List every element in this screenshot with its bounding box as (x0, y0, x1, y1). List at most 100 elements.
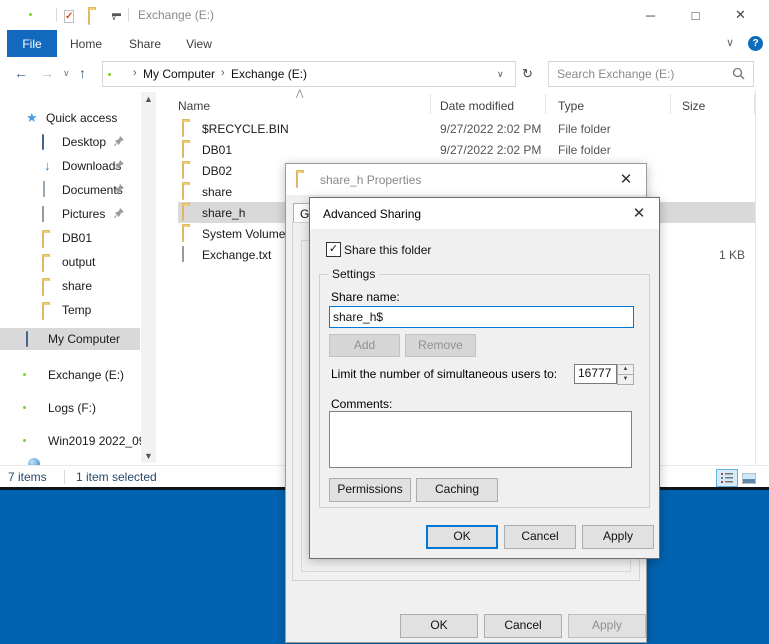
details-view-icon (721, 473, 733, 484)
close-icon[interactable]: ✕ (606, 164, 646, 194)
file-name: DB01 (202, 143, 232, 157)
comments-textarea[interactable] (329, 411, 632, 468)
file-name: DB02 (202, 164, 232, 178)
window-title: Exchange (E:) (138, 8, 214, 22)
chevron-right-icon: › (133, 67, 137, 79)
sidebar-item-quick-access[interactable]: ★ Quick access (0, 108, 140, 129)
breadcrumb[interactable]: › My Computer › Exchange (E:) ∨ (102, 61, 516, 87)
sidebar-item-output[interactable]: output (0, 252, 140, 273)
ok-button[interactable]: OK (426, 525, 498, 549)
sidebar-item-pictures[interactable]: Pictures (0, 204, 140, 225)
sidebar-item-downloads[interactable]: ↓ Downloads (0, 156, 140, 177)
spinner-down-icon[interactable]: ▼ (618, 375, 633, 384)
column-size[interactable]: Size (682, 99, 705, 113)
sidebar-item-documents[interactable]: Documents (0, 180, 140, 201)
remove-button[interactable]: Remove (405, 334, 476, 357)
sidebar-item-label: Logs (F:) (48, 401, 96, 415)
folder-icon (182, 185, 184, 199)
advanced-sharing-dialog: Advanced Sharing ✕ ✓ Share this folder S… (309, 197, 660, 559)
sidebar-item-win2019[interactable]: Win2019 2022_09_ (0, 431, 140, 452)
thumbnail-view-icon (742, 473, 756, 484)
sidebar-item-exchange-e[interactable]: Exchange (E:) (0, 365, 140, 386)
sort-ascending-icon: ⋀ (296, 88, 303, 99)
sidebar-item-db01[interactable]: DB01 (0, 228, 140, 249)
spinner-up-icon[interactable]: ▲ (618, 365, 633, 375)
document-icon (43, 182, 45, 196)
pin-icon (114, 184, 124, 194)
file-date: 9/27/2022 2:02 PM (440, 122, 541, 136)
breadcrumb-my-computer[interactable]: My Computer (143, 67, 215, 81)
properties-qat-icon[interactable]: ✓ (64, 10, 74, 23)
recent-locations-icon[interactable]: ∨ (63, 68, 70, 79)
column-name[interactable]: Name (178, 99, 210, 113)
share-this-folder-checkbox[interactable]: ✓ (326, 242, 341, 257)
close-icon[interactable]: ✕ (619, 198, 659, 228)
monitor-icon (42, 135, 44, 149)
column-type[interactable]: Type (558, 99, 584, 113)
advanced-sharing-title: Advanced Sharing (323, 207, 421, 221)
close-button[interactable]: ✕ (718, 0, 763, 30)
tab-home[interactable]: Home (64, 30, 108, 57)
column-date-modified[interactable]: Date modified (440, 99, 514, 113)
share-name-input[interactable]: share_h$ (329, 306, 634, 328)
back-icon[interactable]: ← (14, 65, 28, 81)
tab-file[interactable]: File (7, 30, 57, 57)
apply-button[interactable]: Apply (568, 614, 646, 638)
file-row[interactable]: DB01 9/27/2022 2:02 PM File folder (160, 139, 756, 160)
help-icon[interactable]: ? (748, 36, 763, 51)
breadcrumb-current[interactable]: Exchange (E:) (231, 67, 307, 81)
ribbon-collapse-icon[interactable]: ∨ (726, 36, 734, 49)
folder-icon (182, 164, 184, 178)
search-input[interactable]: Search Exchange (E:) (548, 61, 754, 87)
chevron-down-icon[interactable]: ∨ (497, 69, 504, 80)
scroll-up-icon[interactable]: ▲ (141, 94, 156, 104)
sidebar-item-my-computer[interactable]: My Computer (0, 328, 140, 350)
forward-icon[interactable]: → (40, 65, 54, 81)
new-folder-qat-icon[interactable] (88, 10, 90, 24)
maximize-button[interactable]: □ (673, 0, 718, 30)
large-icons-view-button[interactable] (738, 469, 760, 487)
properties-dialog-title: share_h Properties (320, 173, 421, 187)
file-row[interactable]: $RECYCLE.BIN 9/27/2022 2:02 PM File fold… (160, 118, 756, 139)
up-icon[interactable]: ↑ (79, 65, 86, 81)
cancel-button[interactable]: Cancel (504, 525, 576, 549)
limit-users-value[interactable]: 16777 (574, 364, 617, 384)
sidebar-item-label: Temp (62, 303, 91, 317)
network-icon (28, 458, 40, 465)
folder-icon (42, 305, 44, 319)
sidebar-item-desktop[interactable]: Desktop (0, 132, 140, 153)
divider (128, 8, 129, 22)
apply-button[interactable]: Apply (582, 525, 654, 549)
permissions-button[interactable]: Permissions (329, 478, 411, 502)
limit-users-spinner[interactable]: 16777 ▲ ▼ (574, 364, 632, 385)
folder-icon (182, 122, 184, 136)
folder-icon (42, 281, 44, 295)
file-name: Exchange.txt (202, 248, 271, 262)
sidebar-item-temp[interactable]: Temp (0, 300, 140, 321)
folder-icon (182, 227, 184, 241)
file-name: share (202, 185, 232, 199)
ribbon-tabs: File Home Share View ∨ ? (0, 30, 769, 58)
comments-label: Comments: (331, 397, 392, 411)
sidebar-scrollbar[interactable]: ▲ ▼ (141, 92, 156, 463)
cancel-button[interactable]: Cancel (484, 614, 562, 638)
sidebar-item-logs-f[interactable]: Logs (F:) (0, 398, 140, 419)
add-button[interactable]: Add (329, 334, 400, 357)
minimize-button[interactable]: ─ (628, 0, 673, 30)
scroll-down-icon[interactable]: ▼ (141, 451, 156, 461)
sidebar-item-label: Quick access (46, 111, 117, 125)
sidebar-item-label: Pictures (62, 207, 105, 221)
file-list-scrollbar[interactable] (755, 90, 756, 465)
search-icon[interactable] (732, 67, 745, 80)
tab-share[interactable]: Share (122, 30, 168, 57)
details-view-button[interactable] (716, 469, 738, 487)
ok-button[interactable]: OK (400, 614, 478, 638)
tab-view[interactable]: View (178, 30, 220, 57)
refresh-icon[interactable]: ↻ (522, 66, 533, 82)
search-placeholder: Search Exchange (E:) (557, 67, 674, 81)
caching-button[interactable]: Caching (416, 478, 498, 502)
column-divider (670, 94, 671, 114)
column-divider (430, 94, 431, 114)
advanced-sharing-titlebar: Advanced Sharing ✕ (310, 198, 659, 229)
sidebar-item-share[interactable]: share (0, 276, 140, 297)
